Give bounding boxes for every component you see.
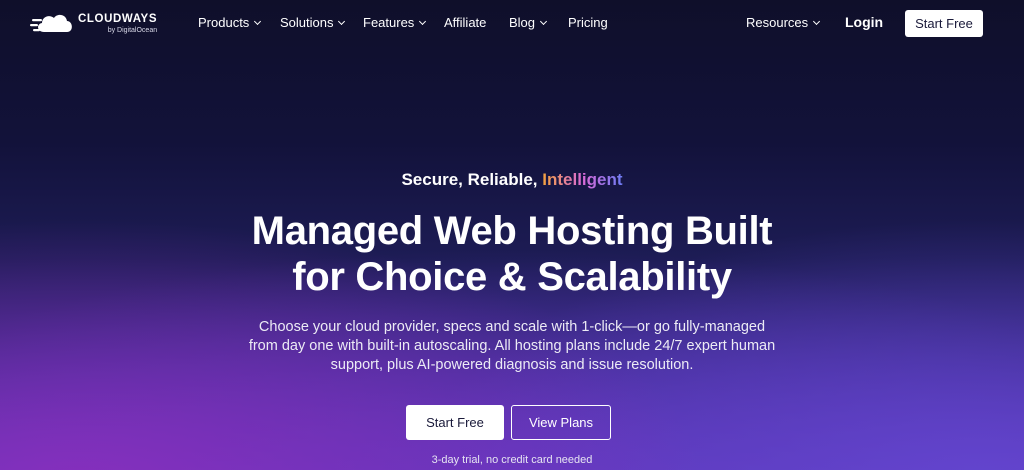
nav-item-features[interactable]: Features: [363, 15, 427, 30]
view-plans-button[interactable]: View Plans: [511, 405, 611, 440]
logo-wordmark: CLOUDWAYS by DigitalOcean: [78, 12, 158, 35]
nav-item-label: Resources: [746, 15, 809, 30]
start-free-button[interactable]: Start Free: [406, 405, 504, 440]
chevron-down-icon: [254, 17, 262, 25]
page: CLOUDWAYS by DigitalOcean Products Solut…: [0, 0, 1024, 470]
nav-item-label: Pricing: [568, 15, 608, 30]
chevron-down-icon: [419, 17, 427, 25]
start-free-nav-button[interactable]: Start Free: [905, 10, 983, 37]
hero-description: Choose your cloud provider, specs and sc…: [212, 318, 812, 375]
nav-item-pricing[interactable]: Pricing: [568, 15, 608, 30]
description-line-1: Choose your cloud provider, specs and sc…: [258, 319, 766, 335]
headline-line-2: for Choice & Scalability: [292, 255, 732, 299]
nav-item-resources[interactable]: Resources: [746, 15, 821, 30]
description-line-2: from day one with built-in autoscaling. …: [248, 338, 776, 354]
hero-tagline: Secure, Reliable, Intelligent: [0, 170, 1024, 190]
nav-item-label: Solutions: [280, 15, 334, 30]
hero-headline: Managed Web Hosting Built for Choice & S…: [0, 208, 1024, 300]
brand-subtitle: by DigitalOcean: [107, 27, 158, 35]
nav-item-blog[interactable]: Blog: [509, 15, 548, 30]
nav-item-label: Products: [198, 15, 250, 30]
description-line-3: support, plus AI-powered diagnosis and i…: [330, 357, 694, 373]
cloud-logo-icon: [30, 14, 72, 32]
cloudways-logo[interactable]: CLOUDWAYS by DigitalOcean: [30, 10, 157, 38]
trial-note: 3-day trial, no credit card needed: [431, 454, 593, 466]
nav-item-products[interactable]: Products: [198, 15, 262, 30]
nav-item-solutions[interactable]: Solutions: [280, 15, 346, 30]
tagline-text: Secure, Reliable,: [401, 170, 543, 189]
nav-item-affiliate[interactable]: Affiliate: [444, 15, 486, 30]
nav-item-label: Affiliate: [444, 15, 487, 30]
nav-item-label: Blog: [509, 15, 536, 30]
chevron-down-icon: [338, 17, 346, 25]
headline-line-1: Managed Web Hosting Built: [251, 209, 773, 253]
nav-item-label: Features: [363, 15, 415, 30]
tagline-accent: Intelligent: [542, 170, 623, 189]
chevron-down-icon: [813, 17, 821, 25]
top-navigation: CLOUDWAYS by DigitalOcean Products Solut…: [0, 0, 1024, 46]
brand-name: CLOUDWAYS: [78, 12, 158, 25]
login-link[interactable]: Login: [845, 14, 883, 30]
chevron-down-icon: [539, 17, 548, 25]
